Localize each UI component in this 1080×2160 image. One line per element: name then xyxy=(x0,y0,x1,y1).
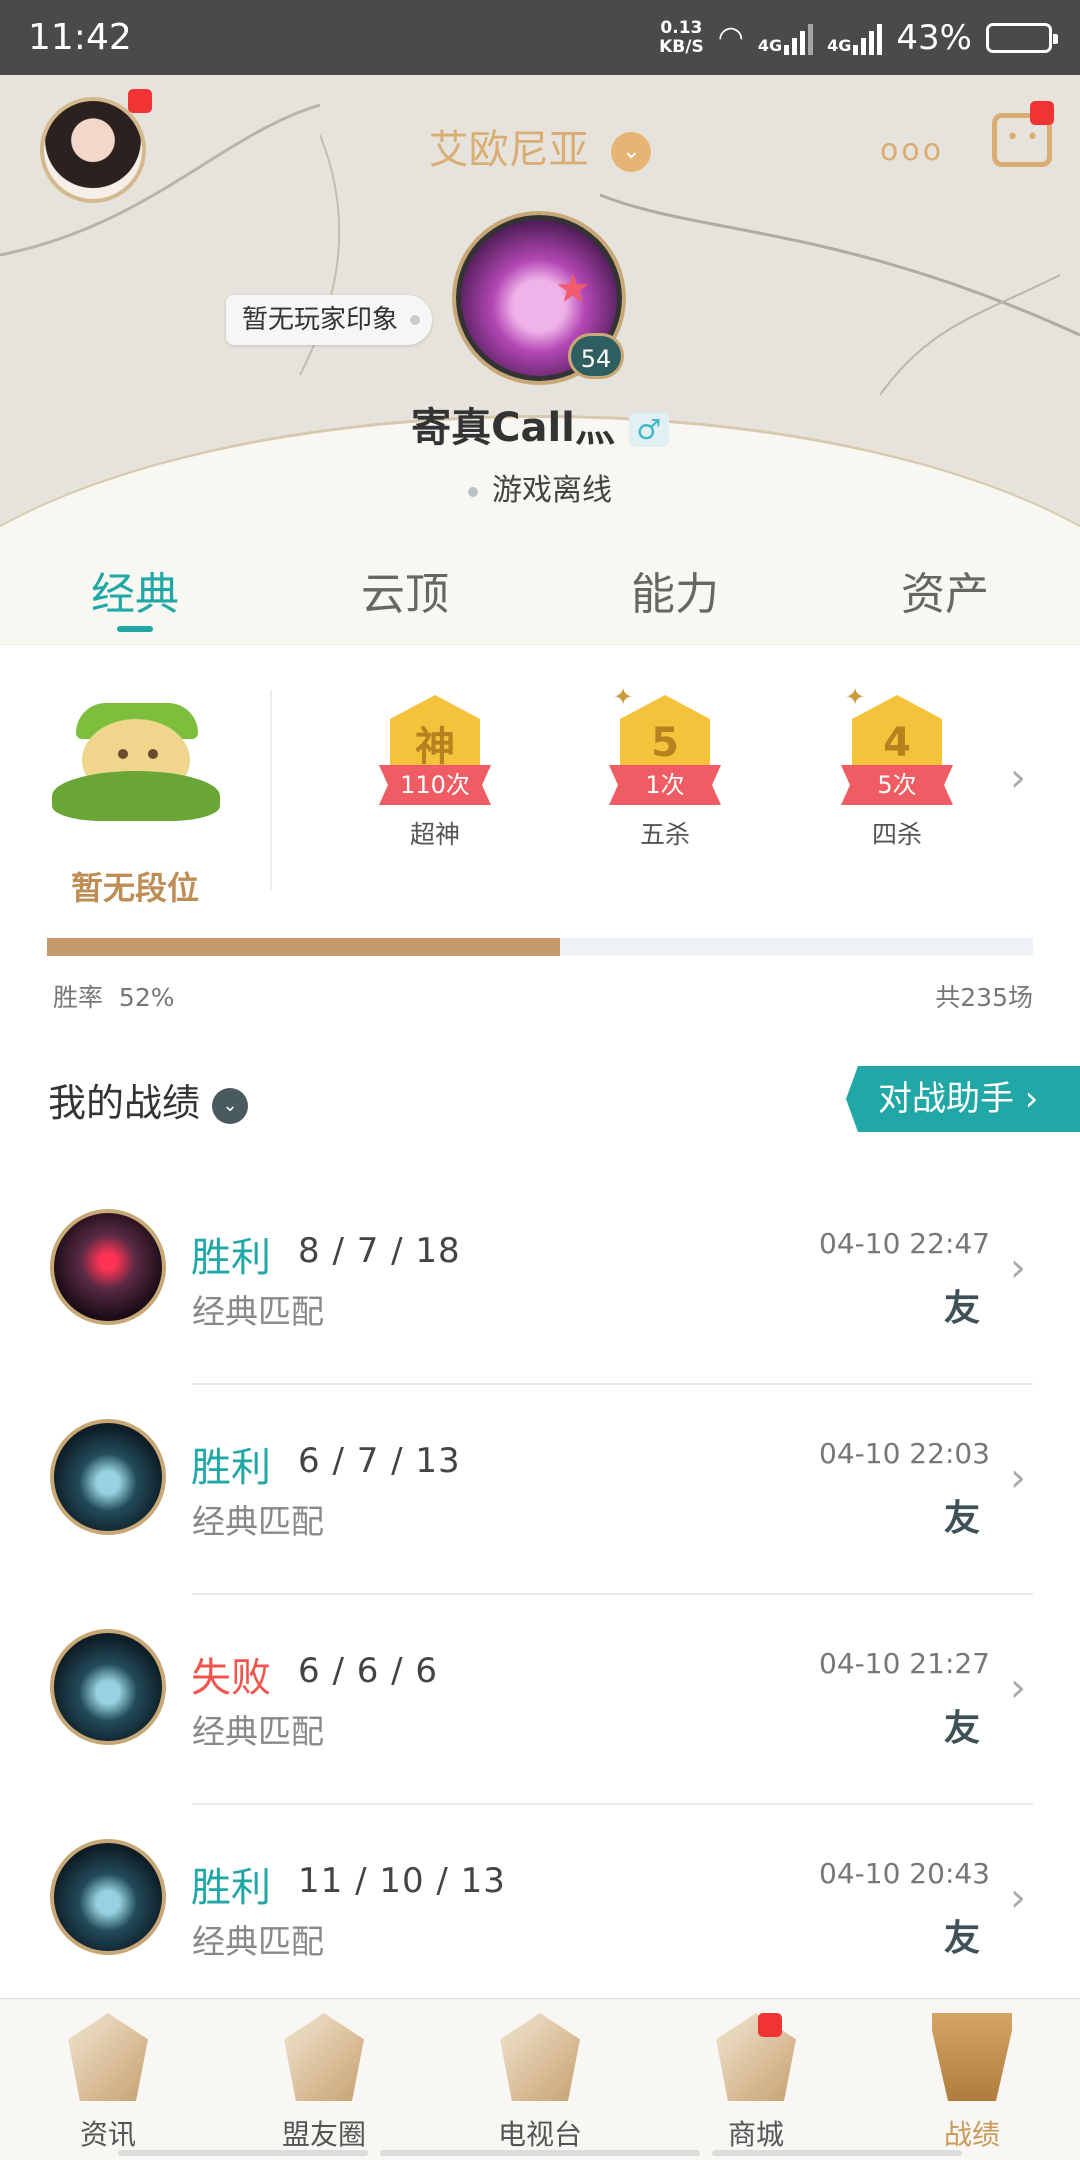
gesture-bar xyxy=(712,2150,962,2156)
nav-friends-circle[interactable]: 盟友圈 xyxy=(216,1999,432,2160)
total-games: 共235场 xyxy=(935,983,1033,1012)
friend-badge: 友 xyxy=(943,1288,980,1329)
profile-header: 艾欧尼亚 ⌄ ooo 暂无玩家印象 ★ 54 寄真Call灬 ♂ 游戏离线 xyxy=(0,75,1080,565)
news-icon xyxy=(68,2013,148,2101)
champion-avatar xyxy=(50,1629,166,1745)
chevron-down-icon: ⌄ xyxy=(611,132,652,172)
nav-store[interactable]: 商城 xyxy=(648,1999,864,2160)
champion-avatar xyxy=(50,1839,166,1955)
clock: 11:42 xyxy=(28,17,132,58)
friend-badge: 友 xyxy=(943,1918,980,1959)
player-name: 寄真Call灬 xyxy=(411,405,615,451)
nav-records[interactable]: 战绩 xyxy=(864,1999,1080,2160)
divider xyxy=(270,690,272,890)
chevron-right-icon: › xyxy=(1010,1455,1026,1501)
more-options-icon[interactable]: ooo xyxy=(880,133,944,168)
match-mode: 经典匹配 xyxy=(192,1922,324,1961)
match-kda: 11 / 10 / 13 xyxy=(298,1861,506,1901)
gender-male-icon: ♂ xyxy=(628,413,669,447)
chevron-right-icon: › xyxy=(1010,1875,1026,1921)
match-result: 失败 xyxy=(191,1655,271,1701)
medal-count: 110次 xyxy=(379,765,491,805)
match-time: 04-10 22:47 xyxy=(819,1227,990,1260)
server-name: 艾欧尼亚 xyxy=(428,127,589,173)
match-kda: 6 / 7 / 13 xyxy=(298,1441,461,1481)
tv-icon xyxy=(500,2013,580,2101)
rank-mascot-image xyxy=(52,685,220,825)
status-icons: 0.13 KB/S ◠ 4G 4G 43% xyxy=(659,17,1058,58)
match-mode: 经典匹配 xyxy=(192,1712,324,1751)
tab-classic[interactable]: 经典 xyxy=(0,530,270,644)
medal-count: 5次 xyxy=(841,765,953,805)
chevron-right-icon: › xyxy=(1010,1665,1026,1711)
medal-quadrakill[interactable]: ✦ 4 5次 四杀 xyxy=(827,683,967,851)
battle-assistant-button[interactable]: 对战助手 › xyxy=(846,1066,1080,1132)
match-row[interactable]: 胜利 11 / 10 / 13 经典匹配 04-10 20:43 友 › xyxy=(0,1805,1080,2015)
player-impression-tag[interactable]: 暂无玩家印象 xyxy=(226,295,433,345)
player-name-row: 寄真Call灬 ♂ xyxy=(0,395,1080,453)
gesture-bar xyxy=(380,2150,700,2156)
tab-assets[interactable]: 资产 xyxy=(810,530,1080,644)
champion-avatar xyxy=(50,1419,166,1535)
rank-section: 暂无段位 神 110次 超神 ✦ 5 1次 五杀 ✦ 4 5次 四杀 › xyxy=(0,645,1080,945)
tab-tft[interactable]: 云顶 xyxy=(270,530,540,644)
medal-legendary[interactable]: 神 110次 超神 xyxy=(365,695,505,851)
star-icon: ★ xyxy=(555,266,591,312)
match-result: 胜利 xyxy=(191,1235,271,1281)
medal-count: 1次 xyxy=(609,765,721,805)
match-mode: 经典匹配 xyxy=(192,1292,324,1331)
match-row[interactable]: 胜利 8 / 7 / 18 经典匹配 04-10 22:47 友 › xyxy=(0,1175,1080,1385)
status-bar: 11:42 0.13 KB/S ◠ 4G 4G 43% xyxy=(0,0,1080,75)
chevron-down-icon: ⌄ xyxy=(212,1087,249,1124)
store-icon xyxy=(716,2013,796,2101)
chevron-right-icon[interactable]: › xyxy=(1010,755,1026,801)
friend-badge: 友 xyxy=(943,1708,980,1749)
match-time: 04-10 22:03 xyxy=(819,1437,990,1470)
sword-icon: ✦ xyxy=(613,683,634,711)
bottom-navigation: 资讯 盟友圈 电视台 商城 战绩 xyxy=(0,1998,1080,2160)
my-record-title: 我的战绩 xyxy=(48,1081,201,1125)
friend-badge: 友 xyxy=(943,1498,980,1539)
store-notification-dot xyxy=(758,2013,782,2037)
my-record-selector[interactable]: 我的战绩 ⌄ xyxy=(48,1072,249,1127)
wifi-icon: ◠ xyxy=(717,20,744,55)
winrate-progress-fill xyxy=(47,938,560,956)
online-status: 游戏离线 xyxy=(0,465,1080,509)
medal-pentakill[interactable]: ✦ 5 1次 五杀 xyxy=(595,683,735,851)
match-time: 04-10 20:43 xyxy=(819,1857,990,1890)
signal-icon-2: 4G xyxy=(827,21,883,55)
message-notification-dot xyxy=(1030,101,1054,125)
winrate: 胜率 52% xyxy=(53,983,175,1012)
match-result: 胜利 xyxy=(191,1865,271,1911)
mode-tabs: 经典 云顶 能力 资产 xyxy=(0,530,1080,645)
signal-icon: 4G xyxy=(758,21,814,55)
battery-level: 43% xyxy=(896,17,972,58)
match-mode: 经典匹配 xyxy=(192,1502,324,1541)
nav-tv[interactable]: 电视台 xyxy=(432,1999,648,2160)
match-kda: 8 / 7 / 18 xyxy=(298,1231,461,1271)
battery-icon xyxy=(986,22,1058,53)
match-time: 04-10 21:27 xyxy=(819,1647,990,1680)
medal-name: 五杀 xyxy=(639,820,690,849)
network-speed: 0.13 KB/S xyxy=(659,17,704,57)
gesture-bar xyxy=(118,2150,368,2156)
match-result: 胜利 xyxy=(191,1445,271,1491)
winrate-progress-bar xyxy=(47,938,1033,956)
rank-label: 暂无段位 xyxy=(70,869,199,907)
records-icon xyxy=(932,2013,1012,2101)
medal-name: 超神 xyxy=(409,820,460,849)
player-level: 54 xyxy=(568,333,624,379)
match-kda: 6 / 6 / 6 xyxy=(298,1651,439,1691)
tab-ability[interactable]: 能力 xyxy=(540,530,810,644)
champion-avatar xyxy=(50,1209,166,1325)
avatar-notification-dot xyxy=(128,89,152,113)
chevron-right-icon: › xyxy=(1010,1245,1026,1291)
friends-circle-icon xyxy=(284,2013,364,2101)
status-dot-icon xyxy=(468,486,478,497)
match-row[interactable]: 胜利 6 / 7 / 13 经典匹配 04-10 22:03 友 › xyxy=(0,1385,1080,1595)
nav-news[interactable]: 资讯 xyxy=(0,1999,216,2160)
match-row[interactable]: 失败 6 / 6 / 6 经典匹配 04-10 21:27 友 › xyxy=(0,1595,1080,1805)
medal-name: 四杀 xyxy=(871,820,922,849)
sword-icon: ✦ xyxy=(845,683,866,711)
